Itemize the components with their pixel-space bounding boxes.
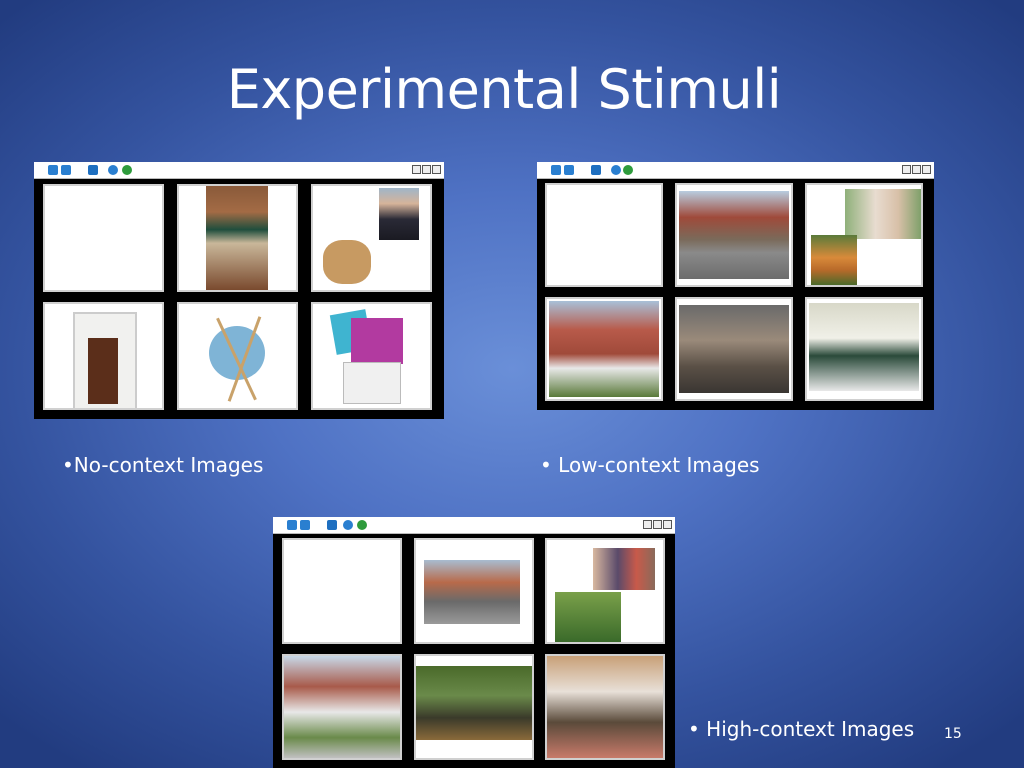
down-circle-icon[interactable]	[611, 165, 621, 175]
stimulus-people-and-tiger[interactable]	[805, 183, 923, 287]
down-circle-icon[interactable]	[343, 520, 353, 530]
stimulus-suburban-house[interactable]	[282, 654, 402, 760]
stimulus-cluttered-room[interactable]	[675, 297, 793, 401]
stimulus-man-and-puppies[interactable]	[311, 184, 432, 292]
low-context-stimuli-window	[537, 162, 934, 410]
stop-icon[interactable]	[88, 165, 98, 175]
down-circle-icon[interactable]	[108, 165, 118, 175]
window-toolbar	[273, 517, 675, 534]
stimulus-calendar[interactable]	[311, 302, 432, 410]
window-controls[interactable]	[643, 520, 672, 529]
stimulus-storefront[interactable]	[177, 184, 298, 292]
stimulus-park-bench[interactable]	[414, 654, 534, 760]
window-toolbar	[34, 162, 444, 179]
caption-no-context: •No-context Images	[62, 453, 264, 477]
stimulus-blank[interactable]	[43, 184, 164, 292]
high-context-stimuli-window	[273, 517, 675, 768]
stimulus-blank[interactable]	[545, 183, 663, 287]
stop-icon[interactable]	[327, 520, 337, 530]
window-controls[interactable]	[902, 165, 931, 174]
home-icon[interactable]	[551, 165, 561, 175]
stimulus-house[interactable]	[545, 297, 663, 401]
window-toolbar	[537, 162, 934, 179]
stimulus-door[interactable]	[43, 302, 164, 410]
stimulus-street[interactable]	[675, 183, 793, 287]
home-icon[interactable]	[48, 165, 58, 175]
slide-title: Experimental Stimuli	[226, 58, 782, 121]
stimulus-blank[interactable]	[282, 538, 402, 644]
caption-high-context: • High-context Images	[688, 717, 915, 741]
stimulus-city-street[interactable]	[414, 538, 534, 644]
caption-low-context: • Low-context Images	[540, 453, 760, 477]
stimulus-yarn[interactable]	[177, 302, 298, 410]
home-icon[interactable]	[287, 520, 297, 530]
green-go-icon[interactable]	[357, 520, 367, 530]
no-context-stimuli-window	[34, 162, 444, 419]
forward-arrow-icon[interactable]	[564, 165, 574, 175]
stimulus-banquet-hall[interactable]	[805, 297, 923, 401]
forward-arrow-icon[interactable]	[61, 165, 71, 175]
slide-number: 15	[944, 726, 962, 742]
stimulus-crowd-and-lawn[interactable]	[545, 538, 665, 644]
stimulus-banquet[interactable]	[545, 654, 665, 760]
forward-arrow-icon[interactable]	[300, 520, 310, 530]
window-controls[interactable]	[412, 165, 441, 174]
green-go-icon[interactable]	[122, 165, 132, 175]
stop-icon[interactable]	[591, 165, 601, 175]
green-go-icon[interactable]	[623, 165, 633, 175]
